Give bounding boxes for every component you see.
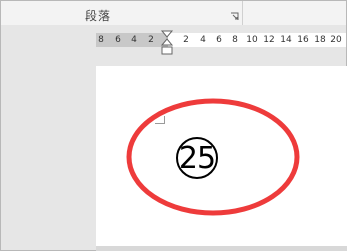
ruler-tick: 12 — [263, 35, 275, 45]
document-page[interactable] — [96, 66, 347, 251]
ribbon-group-strip: 段落 — [1, 1, 346, 26]
ruler-tick: 14 — [280, 35, 292, 45]
ruler-strip[interactable]: 8 6 4 2 2 4 6 8 10 12 14 16 18 20 — [96, 33, 346, 47]
ruler-tick: 10 — [246, 35, 258, 45]
ruler-tick: 20 — [330, 35, 342, 45]
ruler-tick: 4 — [200, 35, 206, 45]
ruler-tick: 6 — [216, 35, 222, 45]
text-boundary-corner-icon — [155, 116, 165, 124]
ruler-tick: 8 — [232, 35, 238, 45]
ruler-tick: 8 — [98, 35, 104, 45]
ruler-tick: 16 — [297, 35, 309, 45]
dialog-launcher-icon[interactable] — [230, 12, 239, 21]
indent-marker-icon[interactable] — [160, 29, 174, 57]
ruler-tick: 6 — [115, 35, 121, 45]
page-bottom-shade — [96, 246, 347, 251]
ruler-tick: 2 — [148, 35, 154, 45]
circled-number: 25 — [176, 137, 218, 179]
ruler-tick: 18 — [314, 35, 326, 45]
ruler-tick: 4 — [131, 35, 137, 45]
group-separator — [242, 1, 243, 25]
paragraph-group-label: 段落 — [85, 9, 112, 23]
ruler-tick: 2 — [183, 35, 189, 45]
